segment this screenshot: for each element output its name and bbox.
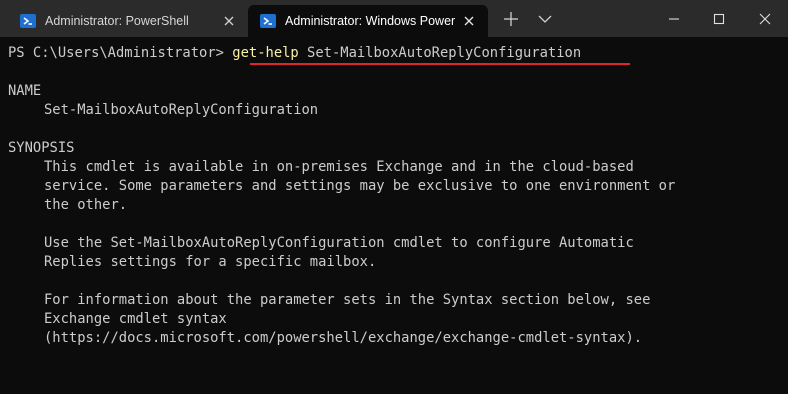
tab-powershell[interactable]: Administrator: PowerShell xyxy=(8,5,248,37)
synopsis-line: Replies settings for a specific mailbox. xyxy=(44,254,377,270)
synopsis-line: Use the Set-MailboxAutoReplyConfiguratio… xyxy=(44,235,634,251)
command-name: get-help xyxy=(232,45,299,61)
prompt: PS C:\Users\Administrator> xyxy=(8,45,233,61)
maximize-icon xyxy=(713,13,725,25)
tab-label: Administrator: Windows PowerS xyxy=(285,14,455,28)
synopsis-line: Exchange cmdlet syntax xyxy=(44,311,227,327)
synopsis-line: This cmdlet is available in on-premises … xyxy=(44,159,634,175)
command-argument: Set-MailboxAutoReplyConfiguration xyxy=(298,45,582,61)
chevron-down-icon xyxy=(538,15,552,23)
prompt-line: PS C:\Users\Administrator> get-help Set-… xyxy=(8,44,788,63)
window-close-button[interactable] xyxy=(745,4,785,34)
tab-dropdown-button[interactable] xyxy=(528,4,562,34)
minimize-button[interactable] xyxy=(654,4,694,34)
title-bar: Administrator: PowerShell Administrator:… xyxy=(0,0,788,37)
synopsis-heading: SYNOPSIS xyxy=(8,140,75,156)
close-icon[interactable] xyxy=(460,12,478,30)
plus-icon xyxy=(504,12,518,26)
minimize-icon xyxy=(669,18,679,20)
powershell-icon xyxy=(20,14,36,28)
terminal-window: Administrator: PowerShell Administrator:… xyxy=(0,0,788,394)
synopsis-line xyxy=(8,272,788,291)
synopsis-line: the other. xyxy=(44,197,128,213)
tab-label: Administrator: PowerShell xyxy=(45,14,189,28)
terminal-output[interactable]: PS C:\Users\Administrator> get-help Set-… xyxy=(8,44,788,348)
synopsis-line: (https://docs.microsoft.com/powershell/e… xyxy=(44,330,643,346)
command-underline xyxy=(250,63,630,65)
tab-windows-powershell[interactable]: Administrator: Windows PowerS xyxy=(248,5,488,37)
close-icon xyxy=(759,13,771,25)
synopsis-line: For information about the parameter sets… xyxy=(44,292,651,308)
new-tab-button[interactable] xyxy=(494,4,528,34)
close-icon[interactable] xyxy=(220,12,238,30)
synopsis-line: service. Some parameters and settings ma… xyxy=(44,178,676,194)
powershell-icon xyxy=(260,14,276,28)
name-heading: NAME xyxy=(8,83,42,99)
name-value: Set-MailboxAutoReplyConfiguration xyxy=(44,102,319,118)
synopsis-line xyxy=(8,215,788,234)
maximize-button[interactable] xyxy=(699,4,739,34)
